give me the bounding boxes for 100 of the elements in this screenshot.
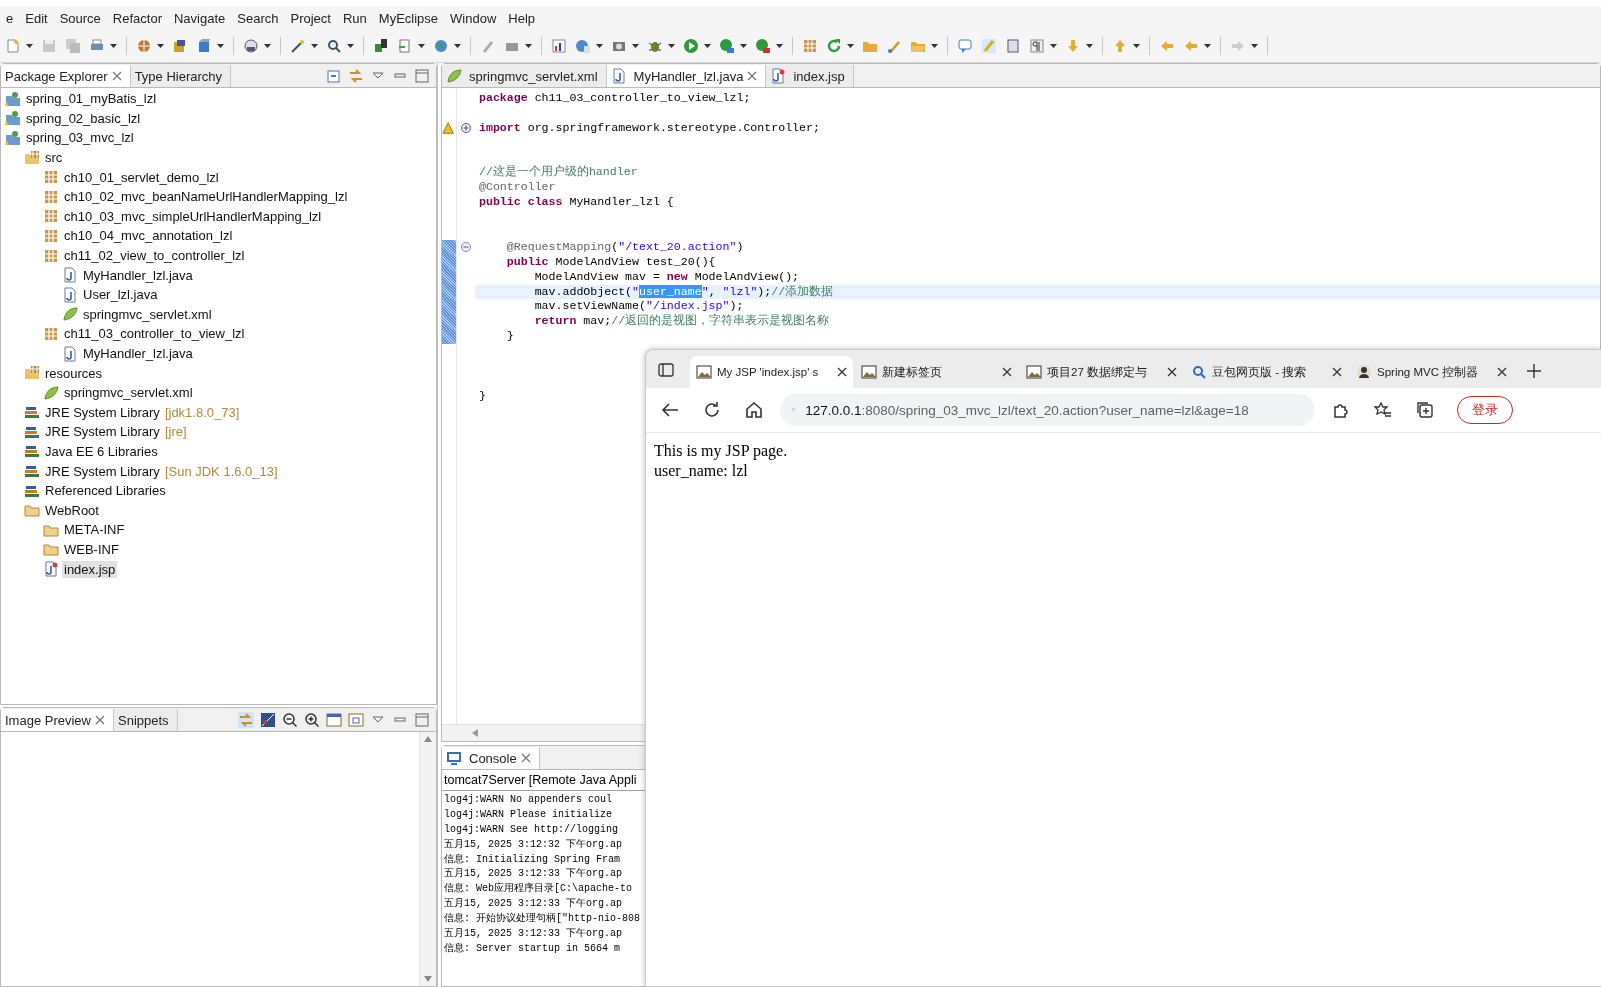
tree-item[interactable]: resources: [43, 364, 105, 382]
caret-icon[interactable]: [847, 44, 854, 48]
caret-icon[interactable]: [454, 44, 461, 48]
caret-icon[interactable]: [704, 44, 711, 48]
caret-icon[interactable]: [776, 44, 783, 48]
close-icon[interactable]: [1002, 367, 1012, 377]
server-icon[interactable]: [373, 38, 389, 54]
tree-item[interactable]: spring_03_mvc_lzl: [24, 129, 136, 147]
menu-item[interactable]: MyEclipse: [372, 10, 445, 26]
globe-icon[interactable]: [136, 38, 152, 54]
panel-tab[interactable]: Package Explorer: [1, 65, 131, 87]
panel-tab[interactable]: MyHandler_lzl.java: [606, 65, 767, 87]
zoom-out-icon[interactable]: [282, 712, 298, 728]
caret-icon[interactable]: [110, 44, 117, 48]
tree-item[interactable]: ch10_03_mvc_simpleUrlHandlerMapping_lzl: [62, 207, 324, 225]
tree-item[interactable]: springmvc_servlet.xml: [81, 305, 214, 323]
panel-tab[interactable]: springmvc_servlet.xml: [442, 65, 607, 87]
browser-tab[interactable]: Spring MVC 控制器: [1350, 356, 1513, 388]
menu-item[interactable]: e: [0, 10, 20, 26]
run-config-icon[interactable]: [719, 38, 735, 54]
panel-tab[interactable]: Type Hierarchy: [130, 65, 232, 87]
tree-item[interactable]: ch10_02_mvc_beanNameUrlHandlerMapping_lzl: [62, 188, 350, 206]
close-icon[interactable]: [1167, 367, 1177, 377]
favorites-icon[interactable]: [1373, 400, 1393, 420]
tree-item[interactable]: META-INF: [62, 521, 127, 539]
collapse-icon[interactable]: [461, 242, 471, 253]
caret-icon[interactable]: [217, 44, 224, 48]
caret-icon[interactable]: [157, 44, 164, 48]
caret-icon[interactable]: [1050, 44, 1057, 48]
magnifier-icon[interactable]: [326, 38, 342, 54]
tree-item[interactable]: ch11_02_view_to_controller_lzl: [62, 247, 247, 265]
tree-item[interactable]: ch10_01_servlet_demo_lzl: [62, 168, 221, 186]
browser-tab[interactable]: 项目27 数据绑定与: [1020, 356, 1183, 388]
chart-icon[interactable]: [551, 38, 567, 54]
close-icon[interactable]: [837, 367, 847, 377]
scroll-left-icon[interactable]: [472, 729, 478, 737]
actual-size-icon[interactable]: [326, 712, 342, 728]
zoom-in-icon[interactable]: [304, 712, 320, 728]
tree-item[interactable]: ch10_04_mvc_annotation_lzl: [62, 227, 235, 245]
run-icon[interactable]: [683, 38, 699, 54]
menu-item[interactable]: Navigate: [168, 10, 232, 26]
menu-item[interactable]: Run: [336, 10, 373, 26]
brush-icon[interactable]: [886, 38, 902, 54]
tree-item[interactable]: MyHandler_lzl.java: [81, 266, 195, 284]
tree-item[interactable]: User_lzl.java: [81, 286, 160, 304]
caret-icon[interactable]: [264, 44, 271, 48]
collapse-all-icon[interactable]: [326, 68, 342, 84]
tree-item[interactable]: JRE System Library: [43, 462, 162, 480]
tree-item[interactable]: ch11_03_controller_to_view_lzl: [62, 325, 247, 343]
deploy-icon[interactable]: [397, 38, 413, 54]
tree-item[interactable]: spring_02_basic_lzl: [24, 109, 143, 127]
caret-icon[interactable]: [347, 44, 354, 48]
caret-icon[interactable]: [632, 44, 639, 48]
image-icon[interactable]: [260, 712, 276, 728]
panel-tab[interactable]: Console: [442, 747, 540, 769]
address-bar[interactable]: 127.0.0.1:8080/spring_03_mvc_lzl/text_20.action?user_name=lzl&age=18: [780, 394, 1315, 426]
browser-tab[interactable]: 新建标签页: [855, 356, 1018, 388]
caret-icon[interactable]: [740, 44, 747, 48]
reload-icon[interactable]: [702, 400, 722, 420]
close-icon[interactable]: [1332, 367, 1342, 377]
doc-icon[interactable]: [1005, 38, 1021, 54]
menu-item[interactable]: Project: [284, 10, 337, 26]
tree-item[interactable]: Java EE 6 Libraries: [43, 443, 160, 460]
caret-icon[interactable]: [1133, 44, 1140, 48]
tree-item[interactable]: index.jsp: [62, 560, 118, 578]
tree-item[interactable]: springmvc_servlet.xml: [62, 384, 195, 402]
close-icon[interactable]: [1497, 367, 1507, 377]
browser-tab[interactable]: My JSP 'index.jsp' s: [690, 356, 853, 388]
home-icon[interactable]: [744, 400, 764, 420]
menu-item[interactable]: Window: [444, 10, 503, 26]
login-button[interactable]: 登录: [1457, 396, 1513, 424]
tree-item[interactable]: WEB-INF: [62, 540, 121, 558]
caret-icon[interactable]: [668, 44, 675, 48]
caret-icon[interactable]: [1251, 44, 1258, 48]
menu-item[interactable]: Search: [231, 10, 285, 26]
badge-icon[interactable]: [243, 38, 259, 54]
globe-icon[interactable]: [433, 38, 449, 54]
tree-item[interactable]: spring_01_myBatis_lzl: [24, 90, 159, 108]
menu-item[interactable]: Refactor: [106, 10, 168, 26]
tree-item[interactable]: WebRoot: [43, 501, 101, 519]
panel-tab[interactable]: index.jsp: [766, 65, 854, 87]
refresh-icon[interactable]: [826, 38, 842, 54]
menu-item[interactable]: Source: [53, 10, 107, 26]
wand-icon[interactable]: [290, 38, 306, 54]
caret-icon[interactable]: [26, 44, 33, 48]
maximize-icon[interactable]: [414, 68, 430, 84]
tree-item[interactable]: MyHandler_lzl.java: [81, 345, 195, 362]
tree-item[interactable]: src: [43, 149, 65, 167]
caret-icon[interactable]: [311, 44, 318, 48]
caret-icon[interactable]: [1086, 44, 1093, 48]
caret-icon[interactable]: [1204, 44, 1211, 48]
run-server-icon[interactable]: [755, 38, 771, 54]
caret-icon[interactable]: [525, 44, 532, 48]
tree-item[interactable]: Referenced Libraries: [43, 482, 168, 500]
box-icon[interactable]: [172, 38, 188, 54]
tree-item[interactable]: JRE System Library: [43, 423, 162, 441]
tree-item[interactable]: JRE System Library: [43, 403, 162, 421]
expand-icon[interactable]: [461, 123, 471, 134]
menu-item[interactable]: Help: [502, 10, 542, 26]
fit-icon[interactable]: [348, 712, 364, 728]
